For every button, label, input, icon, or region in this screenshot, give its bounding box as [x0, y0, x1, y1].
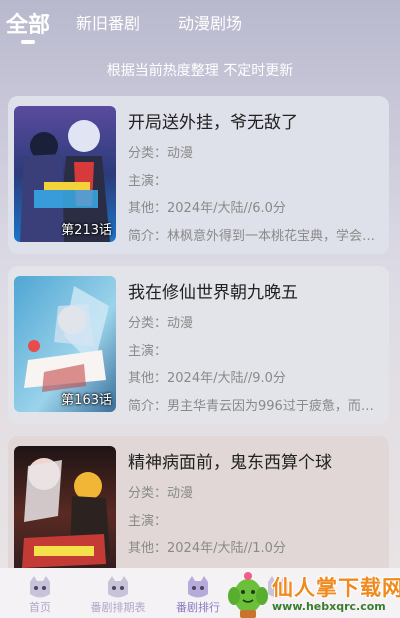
item-cast: 主演： — [128, 514, 168, 529]
mascot-schedule-icon — [108, 576, 128, 598]
nav-label: 首页 — [29, 601, 51, 614]
item-title[interactable]: 开局送外挂，爷无敌了 — [128, 108, 298, 133]
item-title[interactable]: 我在修仙世界朝九晚五 — [128, 278, 298, 303]
item-other-info: 其他：2024年/大陆//9.0分 — [128, 371, 286, 386]
nav-label: 番剧排期表 — [90, 601, 146, 614]
cover-art-3 — [14, 446, 116, 582]
cactus-logo-icon — [228, 572, 268, 618]
tab-all[interactable]: 全部 — [6, 7, 50, 39]
nav-schedule[interactable]: 番剧排期表 — [78, 568, 158, 618]
watermark: 仙人掌下载网 www.hebxqrc.com — [224, 570, 400, 618]
mascot-ranking-icon — [188, 576, 208, 598]
cover-image[interactable]: 第213话 — [14, 106, 116, 242]
watermark-url: www.hebxqrc.com — [272, 600, 386, 613]
item-other-info: 其他：2024年/大陆//6.0分 — [128, 201, 286, 216]
category-tabs: 全部 新旧番剧 动漫剧场 — [0, 0, 400, 48]
watermark-name: 仙人掌下载网 — [272, 576, 400, 600]
item-cast: 主演： — [128, 344, 168, 359]
item-category: 分类：动漫 — [128, 486, 194, 501]
item-category: 分类：动漫 — [128, 146, 194, 161]
nav-home[interactable]: 首页 — [0, 568, 80, 618]
episode-count: 第163话 — [61, 393, 112, 408]
list-item[interactable]: 精神病面前，鬼东西算个球 分类：动漫 主演： 其他：2024年/大陆//1.0分 — [8, 436, 389, 586]
cover-image[interactable] — [14, 446, 116, 582]
item-summary: 简介：男主华青云因为996过于疲惫，而穿越…… — [128, 399, 380, 414]
tab-old-new-anime[interactable]: 新旧番剧 — [76, 10, 140, 34]
item-category: 分类：动漫 — [128, 316, 194, 331]
item-title[interactable]: 精神病面前，鬼东西算个球 — [128, 448, 332, 473]
mascot-home-icon — [30, 576, 50, 598]
tab-anime-theater[interactable]: 动漫剧场 — [178, 10, 242, 34]
item-cast: 主演： — [128, 174, 168, 189]
item-other-info: 其他：2024年/大陆//1.0分 — [128, 541, 286, 556]
active-tab-indicator — [21, 40, 35, 44]
list-item[interactable]: 第163话 我在修仙世界朝九晚五 分类：动漫 主演： 其他：2024年/大陆//… — [8, 266, 389, 424]
update-notice: 根据当前热度整理 不定时更新 — [106, 63, 294, 79]
cover-image[interactable]: 第163话 — [14, 276, 116, 412]
episode-count: 第213话 — [61, 223, 112, 238]
list-item[interactable]: 第213话 开局送外挂，爷无敌了 分类：动漫 主演： 其他：2024年/大陆//… — [8, 96, 389, 254]
item-summary: 简介：林枫意外得到一本桃花宝典，学会了…… — [128, 229, 380, 244]
